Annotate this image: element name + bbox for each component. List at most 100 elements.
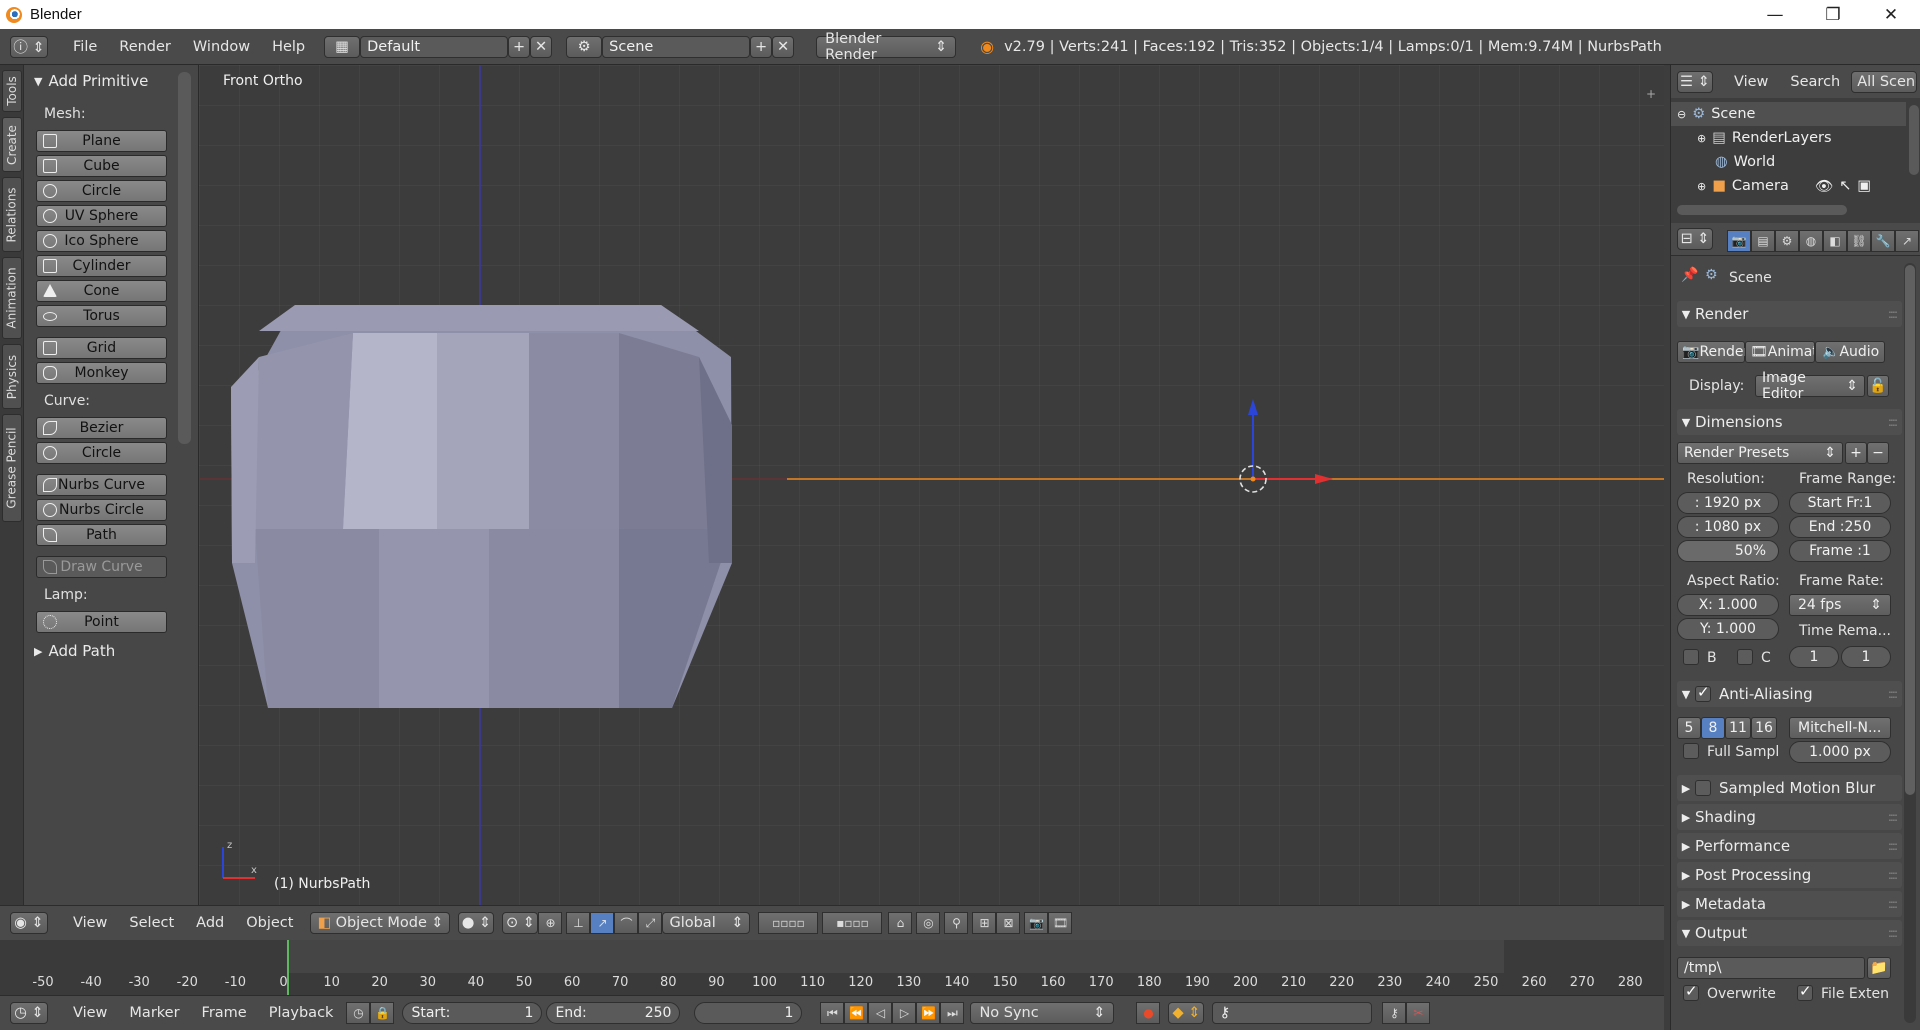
start-frame-field[interactable]: Start: 1 [402, 1002, 543, 1024]
add-uv-sphere-button[interactable]: UV Sphere [36, 205, 167, 227]
aa-samples-8[interactable]: 8 [1701, 717, 1725, 739]
layers-grid-1-icon[interactable]: ▫▫▫▫ [758, 912, 819, 934]
anti-aliasing-checkbox[interactable] [1695, 683, 1711, 702]
add-monkey-button[interactable]: Monkey [36, 362, 167, 384]
scene-icon[interactable]: ⚙ [566, 35, 603, 58]
lock-camera-icon[interactable]: ⌂ [888, 912, 913, 934]
remove-screen-icon[interactable]: ✕ [530, 35, 553, 58]
snap-target-icon[interactable]: ⊠ [996, 912, 1021, 934]
snap-element-icon[interactable]: ⊞ [972, 912, 997, 934]
screen-layout-icon[interactable]: ▦ [324, 35, 361, 58]
border-checkbox[interactable] [1683, 649, 1699, 665]
display-select[interactable]: Image Editor ⇕ [1755, 370, 1865, 402]
add-path-panel-header[interactable]: ▶ Add Path [34, 641, 115, 661]
snap-toggle-icon[interactable]: ⚲ [944, 912, 969, 934]
remove-preset-icon[interactable]: − [1867, 442, 1889, 464]
add-point-lamp-button[interactable]: Point [36, 611, 167, 633]
editor-type-info-icon[interactable]: ⓘ ⇕ [10, 35, 48, 58]
add-cone-button[interactable]: Cone [36, 280, 167, 302]
jump-keyframe-back-icon[interactable]: ⏪ [844, 1002, 869, 1024]
tab-physics[interactable]: Physics [2, 344, 22, 409]
time-remap-new-field[interactable]: 1 [1841, 646, 1891, 668]
motion-blur-checkbox[interactable] [1695, 780, 1711, 796]
full-sample-checkbox[interactable] [1683, 743, 1699, 759]
object-menu[interactable]: Object [235, 915, 304, 931]
menu-render[interactable]: Render [108, 39, 182, 55]
output-path-field[interactable]: /tmp\ [1677, 957, 1865, 979]
editor-type-timeline-icon[interactable]: ◷ ⇕ [10, 1002, 48, 1024]
frame-menu[interactable]: Frame [191, 1005, 258, 1021]
drag-grip-icon[interactable]: :::: [1888, 868, 1898, 882]
menu-file[interactable]: File [62, 39, 108, 55]
tab-relations[interactable]: Relations [2, 177, 22, 252]
modifiers-context-icon[interactable]: 🔧 [1871, 230, 1895, 252]
add-primitive-panel-header[interactable]: ▼ Add Primitive [34, 71, 148, 91]
crop-checkbox[interactable] [1737, 649, 1753, 665]
outliner-display-mode-select[interactable]: All Scenes [1851, 70, 1918, 93]
translate-manipulator-icon[interactable]: ⊥ [566, 912, 591, 934]
aa-filter-size-field[interactable]: 1.000 px [1789, 741, 1891, 763]
render-animation-button[interactable]: 🎞Animation [1745, 341, 1815, 363]
add-path-button[interactable]: Path [36, 524, 167, 546]
3d-viewport[interactable]: Front Ortho z x (1) NurbsPath + [199, 65, 1664, 905]
render-engine-select[interactable]: Blender Render ⇕ [816, 31, 957, 63]
add-nurbs-circle-button[interactable]: Nurbs Circle [36, 499, 167, 521]
marker-menu[interactable]: Marker [118, 1005, 190, 1021]
performance-panel-header[interactable]: ▶ Performance :::: [1677, 833, 1902, 859]
constraints-context-icon[interactable]: ⛓ [1847, 230, 1871, 252]
anti-aliasing-panel-header[interactable]: ▼ Anti-Aliasing :::: [1677, 681, 1902, 707]
tab-create[interactable]: Create [2, 117, 22, 172]
drag-grip-icon[interactable]: :::: [1888, 810, 1898, 824]
editor-type-3d-icon[interactable]: ◉ ⇕ [10, 912, 48, 934]
outliner-row-scene[interactable]: ⊖ ⚙ Scene [1671, 102, 1906, 126]
end-frame-prop-field[interactable]: End :250 [1789, 516, 1891, 538]
end-frame-field[interactable]: End: 250 [546, 1002, 681, 1024]
renderable-camera-icon[interactable]: ▣ [1857, 178, 1871, 194]
sampled-motion-blur-panel-header[interactable]: ▶ Sampled Motion Blur [1677, 775, 1902, 801]
render-presets-select[interactable]: Render Presets ⇕ [1677, 442, 1843, 464]
current-frame-field[interactable]: 1 [694, 1002, 803, 1024]
render-image-icon[interactable]: 📷 [1024, 912, 1049, 934]
drag-grip-icon[interactable]: :::: [1888, 926, 1898, 940]
render-context-icon[interactable]: 📷 [1727, 230, 1751, 252]
editor-type-properties-icon[interactable]: ⊟ ⇕ [1677, 228, 1713, 250]
jump-keyframe-forward-icon[interactable]: ⏩ [916, 1002, 941, 1024]
remove-scene-icon[interactable]: ✕ [772, 35, 795, 58]
render-animation-icon[interactable]: 🎞 [1048, 912, 1073, 934]
frame-step-field[interactable]: Frame :1 [1789, 540, 1891, 562]
drag-grip-icon[interactable]: :::: [1888, 839, 1898, 853]
add-torus-button[interactable]: Torus [36, 305, 167, 327]
tab-grease-pencil[interactable]: Grease Pencil [2, 414, 22, 522]
data-context-icon[interactable]: ↗ [1895, 230, 1919, 252]
minimize-button[interactable]: — [1746, 0, 1804, 29]
drag-grip-icon[interactable]: :::: [1888, 687, 1898, 701]
add-screen-icon[interactable]: + [508, 35, 531, 58]
editor-type-outliner-icon[interactable]: ☰ ⇕ [1677, 70, 1713, 93]
mode-select[interactable]: ◧ Object Mode ⇕ [310, 912, 451, 934]
view-menu[interactable]: View [62, 915, 118, 931]
render-layers-context-icon[interactable]: ▤ [1751, 230, 1775, 252]
file-browser-icon[interactable]: 📁 [1867, 957, 1891, 979]
outliner-row-world[interactable]: ◍ World [1671, 150, 1906, 174]
record-icon[interactable]: ● [1136, 1002, 1161, 1024]
expand-region-icon[interactable]: + [1646, 87, 1656, 101]
keying-icon[interactable]: ◆ ⇕ [1168, 1002, 1205, 1024]
post-processing-panel-header[interactable]: ▶ Post Processing :::: [1677, 862, 1902, 888]
selectable-cursor-icon[interactable]: ↖ [1839, 178, 1851, 194]
jump-start-icon[interactable]: ⏮ [820, 1002, 845, 1024]
outliner-vscrollbar[interactable] [1909, 105, 1919, 175]
add-scene-icon[interactable]: + [750, 35, 773, 58]
time-remap-old-field[interactable]: 1 [1789, 646, 1839, 668]
aspect-x-field[interactable]: X: 1.000 [1677, 594, 1779, 616]
aa-samples-5[interactable]: 5 [1677, 717, 1701, 739]
drag-grip-icon[interactable]: :::: [1888, 307, 1898, 321]
screen-layout-field[interactable]: Default [360, 35, 509, 58]
world-context-icon[interactable]: ◍ [1799, 230, 1823, 252]
outliner-hscrollbar[interactable] [1677, 205, 1847, 215]
drag-grip-icon[interactable]: :::: [1888, 897, 1898, 911]
jump-end-icon[interactable]: ⏭ [940, 1002, 965, 1024]
timeline-area[interactable]: -50 -40 -30 -20 -10 0 10 20 30 40 50 60 70 80 90 100 110… [0, 940, 1664, 995]
draw-curve-button[interactable]: Draw Curve [36, 556, 167, 578]
add-cylinder-button[interactable]: Cylinder [36, 255, 167, 277]
clock-icon[interactable]: ◷ [346, 1002, 371, 1024]
